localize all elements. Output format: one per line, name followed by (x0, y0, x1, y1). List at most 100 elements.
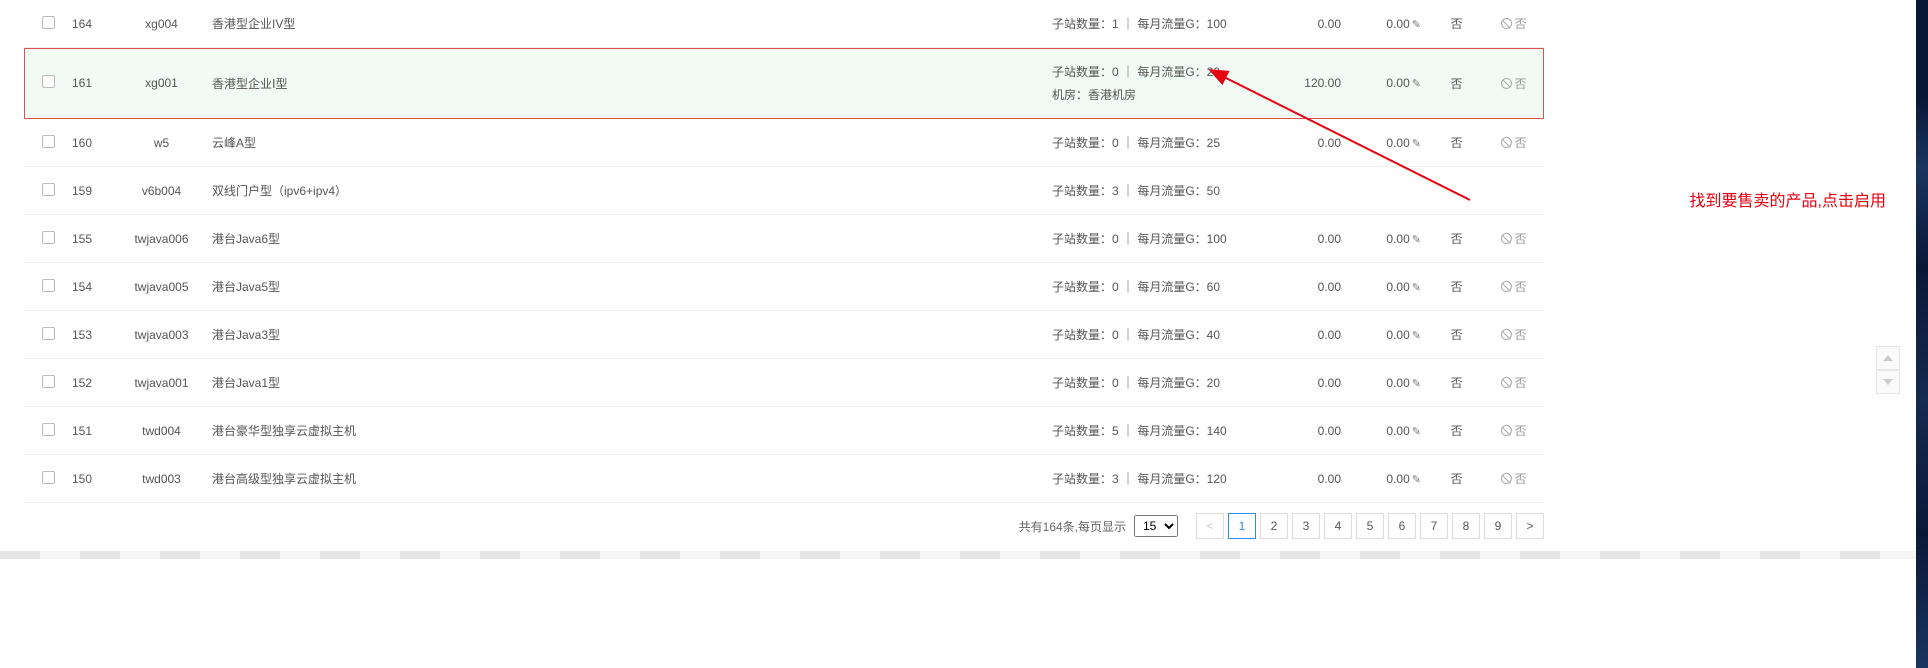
ban-icon[interactable] (1501, 78, 1512, 89)
page-button[interactable]: 1 (1228, 513, 1256, 539)
ban-icon[interactable] (1501, 18, 1512, 29)
row-id: 155 (64, 215, 119, 263)
row-code: twjava001 (119, 359, 204, 407)
row-info: 子站数量：0 ｜ 每月流量G：60 (1044, 263, 1254, 311)
pencil-icon[interactable]: ✎ (1412, 425, 1421, 438)
action-text[interactable]: 否 (1514, 17, 1526, 31)
table-row: 159v6b004双线门户型（ipv6+ipv4）子站数量：3 ｜ 每月流量G：… (24, 167, 1544, 215)
row-checkbox[interactable] (42, 231, 55, 244)
action-text[interactable]: 否 (1514, 376, 1526, 390)
page-button[interactable]: 2 (1260, 513, 1288, 539)
row-flag: 否 (1429, 359, 1484, 407)
row-id: 152 (64, 359, 119, 407)
row-checkbox[interactable] (42, 279, 55, 292)
row-id: 161 (64, 48, 119, 119)
page-button[interactable]: 8 (1452, 513, 1480, 539)
row-name: 港台Java1型 (204, 359, 534, 407)
action-text[interactable]: 否 (1514, 424, 1526, 438)
ban-icon[interactable] (1501, 425, 1512, 436)
row-checkbox[interactable] (42, 183, 55, 196)
row-price1: 0.00 (1254, 119, 1349, 167)
row-price2 (1349, 167, 1429, 215)
row-checkbox[interactable] (42, 16, 55, 29)
page-button[interactable]: 3 (1292, 513, 1320, 539)
row-checkbox[interactable] (42, 471, 55, 484)
page-button[interactable]: 4 (1324, 513, 1352, 539)
page-button[interactable]: 5 (1356, 513, 1384, 539)
action-text[interactable]: 否 (1514, 232, 1526, 246)
row-checkbox[interactable] (42, 375, 55, 388)
row-code: twjava005 (119, 263, 204, 311)
action-text[interactable]: 否 (1514, 77, 1526, 91)
row-info: 子站数量：0 ｜ 每月流量G：100 (1044, 215, 1254, 263)
action-text[interactable]: 否 (1514, 328, 1526, 342)
row-action: 否 (1484, 119, 1544, 167)
pencil-icon[interactable]: ✎ (1412, 281, 1421, 294)
row-flag: 否 (1429, 407, 1484, 455)
row-name: 云峰A型 (204, 119, 534, 167)
decorative-bottom (0, 551, 1916, 559)
product-table: 164xg004香港型企业IV型子站数量：1 ｜ 每月流量G：1000.000.… (24, 0, 1544, 503)
row-action: 否 (1484, 407, 1544, 455)
row-name: 港台豪华型独享云虚拟主机 (204, 407, 534, 455)
row-checkbox[interactable] (42, 135, 55, 148)
row-flag (1429, 167, 1484, 215)
row-flag: 否 (1429, 311, 1484, 359)
row-id: 159 (64, 167, 119, 215)
pencil-icon[interactable]: ✎ (1412, 77, 1421, 90)
pencil-icon[interactable]: ✎ (1412, 233, 1421, 246)
row-info: 子站数量：0 ｜ 每月流量G：25 (1044, 119, 1254, 167)
row-id: 154 (64, 263, 119, 311)
ban-icon[interactable] (1501, 329, 1512, 340)
row-flag: 否 (1429, 119, 1484, 167)
row-action: 否 (1484, 0, 1544, 48)
row-id: 160 (64, 119, 119, 167)
per-page-select[interactable]: 15 (1134, 515, 1178, 537)
table-row: 150twd003港台高级型独享云虚拟主机子站数量：3 ｜ 每月流量G：1200… (24, 455, 1544, 503)
row-code: xg004 (119, 0, 204, 48)
action-text[interactable]: 否 (1514, 136, 1526, 150)
row-price1: 0.00 (1254, 311, 1349, 359)
row-price1: 0.00 (1254, 215, 1349, 263)
table-footer: 共有164条,每页显示 15 < 123456789 > (24, 513, 1544, 539)
page-button[interactable]: 9 (1484, 513, 1512, 539)
pencil-icon[interactable]: ✎ (1412, 329, 1421, 342)
row-code: v6b004 (119, 167, 204, 215)
action-text[interactable]: 否 (1514, 280, 1526, 294)
row-price2: 0.00✎ (1349, 119, 1429, 167)
pencil-icon[interactable]: ✎ (1412, 377, 1421, 390)
row-price2: 0.00✎ (1349, 0, 1429, 48)
ban-icon[interactable] (1501, 233, 1512, 244)
row-action: 否 (1484, 359, 1544, 407)
row-checkbox[interactable] (42, 423, 55, 436)
page-button[interactable]: 7 (1420, 513, 1448, 539)
row-flag: 否 (1429, 0, 1484, 48)
row-action: 否 (1484, 263, 1544, 311)
pencil-icon[interactable]: ✎ (1412, 137, 1421, 150)
table-row: 154twjava005港台Java5型子站数量：0 ｜ 每月流量G：600.0… (24, 263, 1544, 311)
page-button[interactable]: 6 (1388, 513, 1416, 539)
row-checkbox[interactable] (42, 75, 55, 88)
scroll-down-button[interactable] (1876, 370, 1900, 394)
row-info: 子站数量：1 ｜ 每月流量G：100 (1044, 0, 1254, 48)
table-row: 151twd004港台豪华型独享云虚拟主机子站数量：5 ｜ 每月流量G：1400… (24, 407, 1544, 455)
ban-icon[interactable] (1501, 281, 1512, 292)
page-next-button[interactable]: > (1516, 513, 1544, 539)
row-flag: 否 (1429, 263, 1484, 311)
pencil-icon[interactable]: ✎ (1412, 18, 1421, 31)
row-price2: 0.00✎ (1349, 455, 1429, 503)
ban-icon[interactable] (1501, 137, 1512, 148)
ban-icon[interactable] (1501, 377, 1512, 388)
pencil-icon[interactable]: ✎ (1412, 473, 1421, 486)
ban-icon[interactable] (1501, 473, 1512, 484)
row-checkbox[interactable] (42, 327, 55, 340)
row-code: twjava003 (119, 311, 204, 359)
page-prev-button[interactable]: < (1196, 513, 1224, 539)
row-price1: 0.00 (1254, 455, 1349, 503)
row-action: 否 (1484, 311, 1544, 359)
row-price2: 0.00✎ (1349, 359, 1429, 407)
action-text[interactable]: 否 (1514, 472, 1526, 486)
decorative-edge (1916, 0, 1928, 668)
scroll-up-button[interactable] (1876, 346, 1900, 370)
row-info: 子站数量：0 ｜ 每月流量G：40 (1044, 311, 1254, 359)
